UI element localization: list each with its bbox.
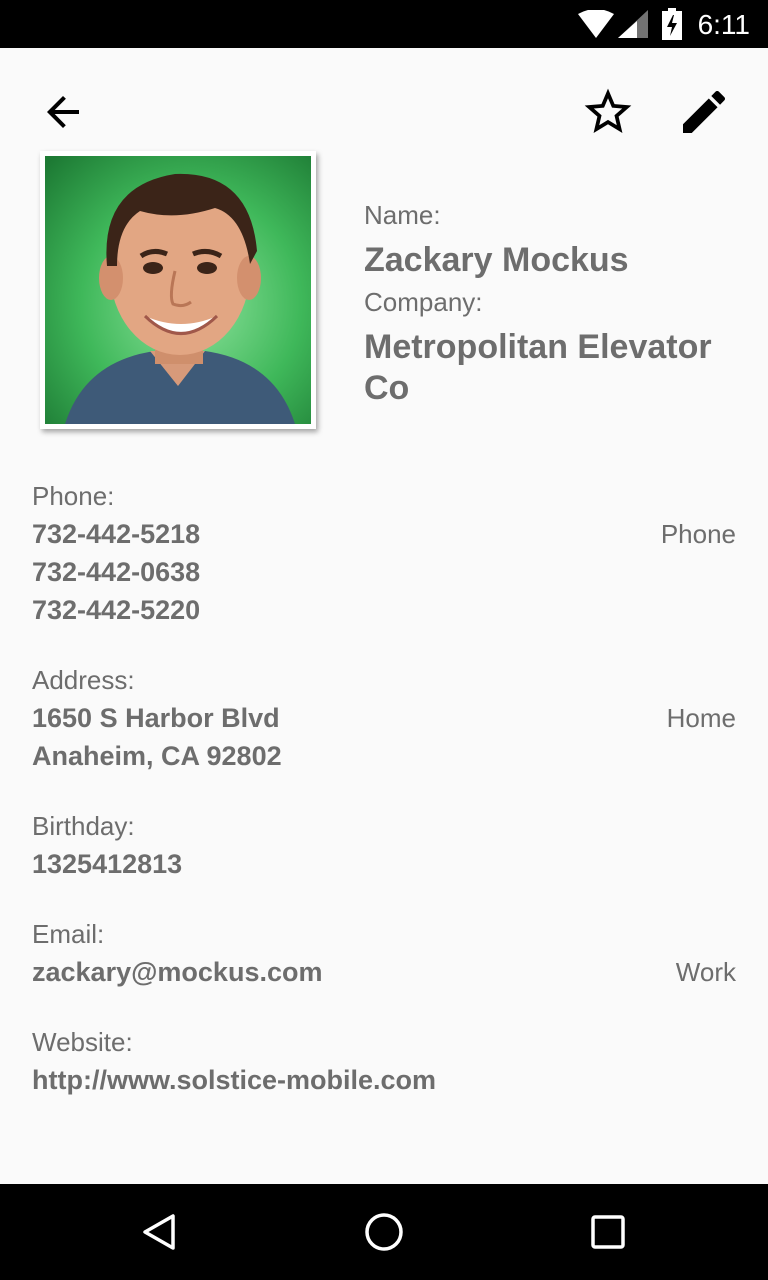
address-line[interactable]: Anaheim, CA 92802 <box>32 737 736 775</box>
wifi-icon <box>578 10 614 38</box>
nav-recents-button[interactable] <box>576 1200 640 1264</box>
pencil-icon <box>683 90 726 133</box>
status-time: 6:11 <box>697 9 750 40</box>
email-label: Email: <box>32 919 105 949</box>
email-type: Work <box>675 957 736 987</box>
contact-detail-screen: 6:11 Name: Zackary Mockus Company: Metro… <box>0 0 768 1280</box>
phone-number[interactable]: 732-442-0638 <box>32 553 736 591</box>
arrow-back-icon <box>47 96 79 128</box>
email-section: Email: zackary@mockus.com Work <box>32 915 736 991</box>
battery-charging-icon <box>662 8 682 40</box>
address-label: Address: <box>32 665 135 695</box>
name-label: Name: <box>364 200 441 230</box>
nav-back-button[interactable] <box>128 1200 192 1264</box>
nav-home-icon <box>365 1213 403 1251</box>
address-type: Home <box>666 703 736 733</box>
phone-type: Phone <box>660 519 736 549</box>
contact-company: Metropolitan Elevator Co <box>364 328 712 407</box>
birthday-section: Birthday: 1325412813 <box>32 807 736 883</box>
phone-number[interactable]: 732-442-5220 <box>32 591 736 629</box>
nav-recents-icon <box>591 1215 625 1249</box>
back-button[interactable] <box>31 80 95 144</box>
address-section: Address: 1650 S Harbor Blvd Anaheim, CA … <box>32 661 736 775</box>
navigation-bar <box>0 1184 768 1280</box>
star-outline-icon <box>584 88 632 133</box>
contact-photo[interactable] <box>40 151 316 429</box>
edit-button[interactable] <box>672 80 736 144</box>
cell-signal-icon <box>618 10 648 38</box>
avatar <box>45 156 311 424</box>
birthday-label: Birthday: <box>32 811 135 841</box>
nav-home-button[interactable] <box>352 1200 416 1264</box>
phone-section: Phone: 732-442-5218 732-442-0638 732-442… <box>32 477 736 629</box>
company-label: Company: <box>364 287 483 317</box>
status-bar: 6:11 <box>0 0 768 48</box>
website-label: Website: <box>32 1027 133 1057</box>
phone-label: Phone: <box>32 481 115 511</box>
website-section: Website: http://www.solstice-mobile.com <box>32 1023 736 1099</box>
contact-name: Zackary Mockus <box>364 241 629 279</box>
favorite-button[interactable] <box>576 80 640 144</box>
website-link[interactable]: http://www.solstice-mobile.com <box>32 1061 736 1099</box>
email-address[interactable]: zackary@mockus.com <box>32 953 736 991</box>
phone-number[interactable]: 732-442-5218 <box>32 515 736 553</box>
address-line[interactable]: 1650 S Harbor Blvd <box>32 699 736 737</box>
birthday-value: 1325412813 <box>32 849 183 879</box>
nav-back-icon <box>143 1214 175 1250</box>
